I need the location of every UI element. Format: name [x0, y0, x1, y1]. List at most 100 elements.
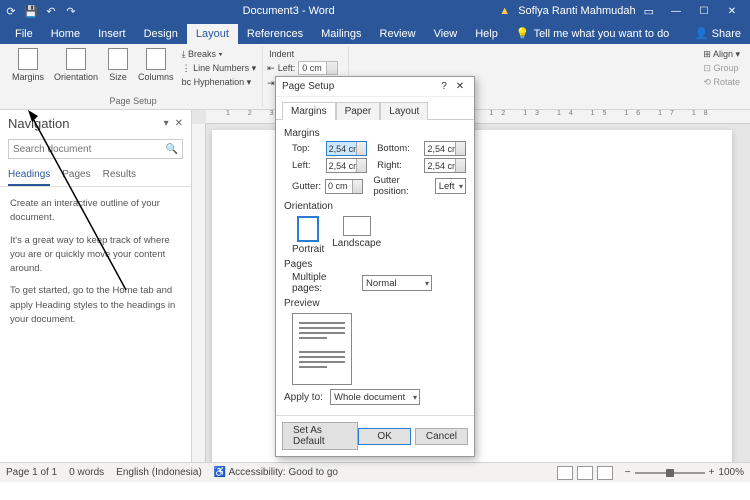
orientation-landscape[interactable]: Landscape: [332, 216, 381, 255]
gutter-position-select[interactable]: Left: [435, 178, 466, 194]
orientation-section-label: Orientation: [284, 201, 466, 212]
print-layout-icon[interactable]: [577, 466, 593, 480]
tab-help[interactable]: Help: [466, 24, 507, 44]
margins-section-label: Margins: [284, 128, 466, 139]
nav-tab-pages[interactable]: Pages: [62, 165, 90, 186]
dialog-tab-layout[interactable]: Layout: [380, 102, 428, 120]
word-count[interactable]: 0 words: [69, 467, 104, 478]
dialog-title: Page Setup: [282, 81, 436, 92]
nav-tab-results[interactable]: Results: [103, 165, 136, 186]
maximize-button[interactable]: ☐: [690, 0, 718, 22]
language[interactable]: English (Indonesia): [116, 467, 202, 478]
tab-layout[interactable]: Layout: [187, 24, 238, 44]
nav-close-icon[interactable]: ✕: [175, 118, 183, 129]
align-button[interactable]: ⊞ Align ▾: [701, 48, 742, 61]
gutter-input[interactable]: 0 cm: [325, 179, 363, 194]
multiple-pages-select[interactable]: Normal: [362, 275, 432, 291]
zoom-level[interactable]: 100%: [718, 467, 744, 478]
nav-title: Navigation: [8, 116, 69, 131]
tell-me[interactable]: 💡Tell me what you want to do: [507, 23, 686, 44]
close-button[interactable]: ✕: [718, 0, 746, 22]
hyphenation-button[interactable]: bc Hyphenation ▾: [180, 76, 259, 89]
status-bar: Page 1 of 1 0 words English (Indonesia) …: [0, 462, 750, 482]
size-button[interactable]: Size: [104, 46, 132, 84]
indent-left-input[interactable]: 0 cm: [298, 61, 338, 75]
columns-icon: [146, 48, 166, 70]
margins-button[interactable]: Margins: [8, 46, 48, 84]
orientation-portrait[interactable]: Portrait: [292, 216, 324, 255]
redo-icon[interactable]: ↷: [64, 4, 78, 18]
zoom-slider[interactable]: [635, 472, 705, 474]
line-numbers-button[interactable]: ⋮ Line Numbers ▾: [180, 62, 259, 75]
share-button[interactable]: 👤 Share: [686, 23, 750, 44]
ribbon-display-icon[interactable]: ▭: [644, 5, 654, 18]
tab-references[interactable]: References: [238, 24, 312, 44]
indent-right-icon: ⇥: [267, 78, 275, 89]
dialog-tab-paper[interactable]: Paper: [336, 102, 381, 120]
page-setup-dialog: Page Setup ? ✕ Margins Paper Layout Marg…: [275, 76, 475, 457]
read-mode-icon[interactable]: [557, 466, 573, 480]
tab-view[interactable]: View: [425, 24, 467, 44]
breaks-button[interactable]: ⤓ Breaks ▾: [180, 48, 259, 61]
nav-body: Create an interactive outline of your do…: [0, 187, 191, 345]
zoom-control: − + 100%: [625, 467, 744, 478]
pages-section-label: Pages: [284, 259, 466, 270]
title-bar: ⟳ 💾 ↶ ↷ Document3 - Word ▲ Soflya Ranti …: [0, 0, 750, 22]
nav-tab-headings[interactable]: Headings: [8, 165, 50, 186]
group-button: ⊡ Group: [701, 62, 742, 75]
preview-section-label: Preview: [284, 298, 466, 309]
cancel-button[interactable]: Cancel: [415, 428, 468, 445]
tab-file[interactable]: File: [6, 24, 42, 44]
view-mode-icons: [557, 466, 613, 480]
group-arrange: ⊞ Align ▾ ⊡ Group ⟲ Rotate: [697, 46, 746, 107]
size-icon: [108, 48, 128, 70]
margin-bottom-input[interactable]: 2,54 cm: [424, 141, 466, 156]
accessibility-status[interactable]: ♿ Accessibility: Good to go: [214, 467, 338, 478]
dialog-help-button[interactable]: ?: [436, 81, 452, 92]
save-icon[interactable]: 💾: [24, 4, 38, 18]
bulb-icon: 💡: [516, 28, 530, 40]
columns-button[interactable]: Columns: [134, 46, 178, 84]
zoom-out-button[interactable]: −: [625, 467, 631, 478]
indent-left-icon: ⇤: [267, 63, 275, 74]
navigation-pane: Navigation ▾ ✕ 🔍 Headings Pages Results …: [0, 110, 192, 462]
indent-label: Indent: [267, 48, 344, 60]
group-page-setup: Margins Orientation Size Columns ⤓ Break…: [4, 46, 263, 107]
undo-icon[interactable]: ↶: [44, 4, 58, 18]
autosave-icon[interactable]: ⟳: [4, 4, 18, 18]
apply-to-select[interactable]: Whole document: [330, 389, 420, 405]
dialog-tab-margins[interactable]: Margins: [282, 102, 336, 120]
margin-left-input[interactable]: 2,54 cm: [326, 158, 368, 173]
rotate-button: ⟲ Rotate: [701, 76, 742, 89]
tab-insert[interactable]: Insert: [89, 24, 135, 44]
tab-design[interactable]: Design: [135, 24, 187, 44]
margins-icon: [18, 48, 38, 70]
set-default-button[interactable]: Set As Default: [282, 422, 358, 450]
orientation-button[interactable]: Orientation: [50, 46, 102, 84]
tab-mailings[interactable]: Mailings: [312, 24, 370, 44]
web-layout-icon[interactable]: [597, 466, 613, 480]
page-count[interactable]: Page 1 of 1: [6, 467, 57, 478]
vertical-ruler[interactable]: [192, 124, 206, 462]
ribbon-tabs: File Home Insert Design Layout Reference…: [0, 22, 750, 44]
search-icon[interactable]: 🔍: [166, 144, 178, 155]
user-name[interactable]: Soflya Ranti Mahmudah: [518, 5, 635, 17]
margin-top-input[interactable]: 2,54 cm: [326, 141, 368, 156]
nav-dropdown-icon[interactable]: ▾: [164, 118, 169, 129]
tab-home[interactable]: Home: [42, 24, 89, 44]
portrait-icon: [297, 216, 319, 242]
dialog-close-button[interactable]: ✕: [452, 81, 468, 92]
landscape-icon: [343, 216, 371, 236]
search-input[interactable]: [13, 144, 166, 155]
margin-right-input[interactable]: 2,54 cm: [424, 158, 466, 173]
warning-icon: ▲: [499, 5, 510, 17]
orientation-icon: [66, 48, 86, 70]
quick-access-toolbar: ⟳ 💾 ↶ ↷: [4, 4, 78, 18]
zoom-in-button[interactable]: +: [709, 467, 715, 478]
nav-search[interactable]: 🔍: [8, 139, 183, 159]
document-title: Document3 - Word: [78, 5, 499, 17]
window-controls: — ☐ ✕: [662, 0, 746, 22]
ok-button[interactable]: OK: [358, 428, 410, 445]
tab-review[interactable]: Review: [371, 24, 425, 44]
minimize-button[interactable]: —: [662, 0, 690, 22]
